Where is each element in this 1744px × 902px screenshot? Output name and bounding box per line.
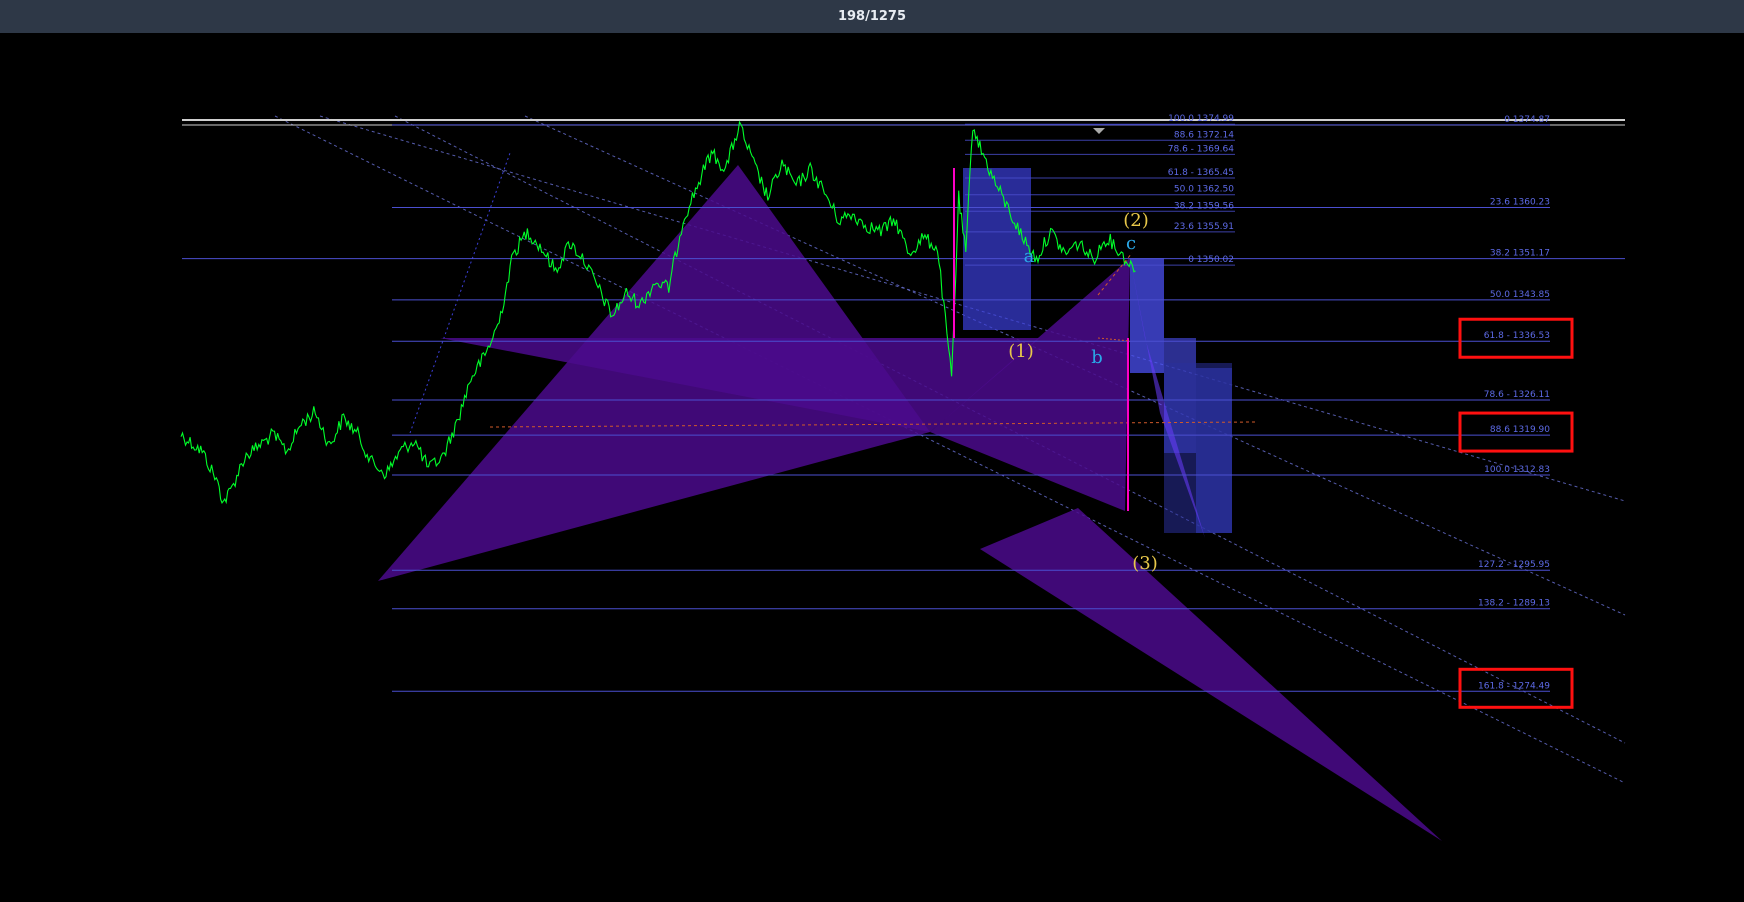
viewer-top-bar: 198/1275: [0, 0, 1744, 33]
fib-inner-label: 50.0 1362.50: [1174, 185, 1234, 195]
fib-level-label: 38.2 1351.17: [1490, 249, 1550, 259]
fib-inner-label: 78.6 - 1369.64: [1168, 144, 1234, 154]
wave-label: a: [1024, 246, 1035, 267]
fib-level-label: 23.6 1360.23: [1490, 198, 1550, 208]
slide-counter: 198/1275: [837, 9, 907, 24]
wave-label: (1): [1008, 341, 1034, 362]
fib-level-label: 61.8 - 1336.53: [1484, 331, 1550, 341]
zone-left: [963, 168, 1031, 330]
fib-inner-label: 23.6 1355.91: [1174, 222, 1234, 232]
fib-level-label: 50.0 1343.85: [1490, 290, 1550, 300]
fib-inner-label: 0 1350.02: [1188, 255, 1234, 265]
zone-mid-upper: [1130, 258, 1164, 373]
fib-level-label: 100.0 1312.83: [1484, 465, 1550, 475]
harmonic-patterns: [378, 165, 1442, 841]
fib-inner-label: 88.6 1372.14: [1174, 130, 1234, 140]
pattern-projection-triangle: [980, 508, 1442, 841]
steep-channel-line: [409, 152, 511, 434]
wave-label: (3): [1132, 553, 1158, 574]
wave-label: b: [1091, 347, 1103, 368]
fib-level-label: 127.2 - 1295.95: [1478, 560, 1550, 570]
fib-level-label: 78.6 - 1326.11: [1484, 390, 1550, 400]
highlight-boxes: [1458, 317, 1574, 709]
channel-line-3: [274, 115, 1626, 784]
wave-label: (2): [1123, 210, 1149, 231]
fib-level-label: 88.6 1319.90: [1490, 425, 1550, 435]
fib-inner-label: 100.0 1374.99: [1168, 114, 1234, 124]
fib-inner-label: 61.8 - 1365.45: [1168, 168, 1234, 178]
zone-right: [1196, 368, 1232, 533]
fib-level-label: 161.8 - 1274.49: [1478, 681, 1550, 691]
trading-chart[interactable]: 0 1374.87 23.6 1360.23 38.2 1351.17 50.0 13…: [0, 33, 1744, 902]
fib-level-label: 138.2 - 1289.13: [1478, 599, 1550, 609]
rule-caret: [1093, 128, 1105, 134]
fib-inner-label: 38.2 1359.56: [1174, 201, 1234, 211]
fib-level-label: 0 1374.87: [1504, 115, 1550, 125]
trend-channel-lines: [182, 115, 1626, 784]
wave-label: c: [1126, 233, 1136, 254]
